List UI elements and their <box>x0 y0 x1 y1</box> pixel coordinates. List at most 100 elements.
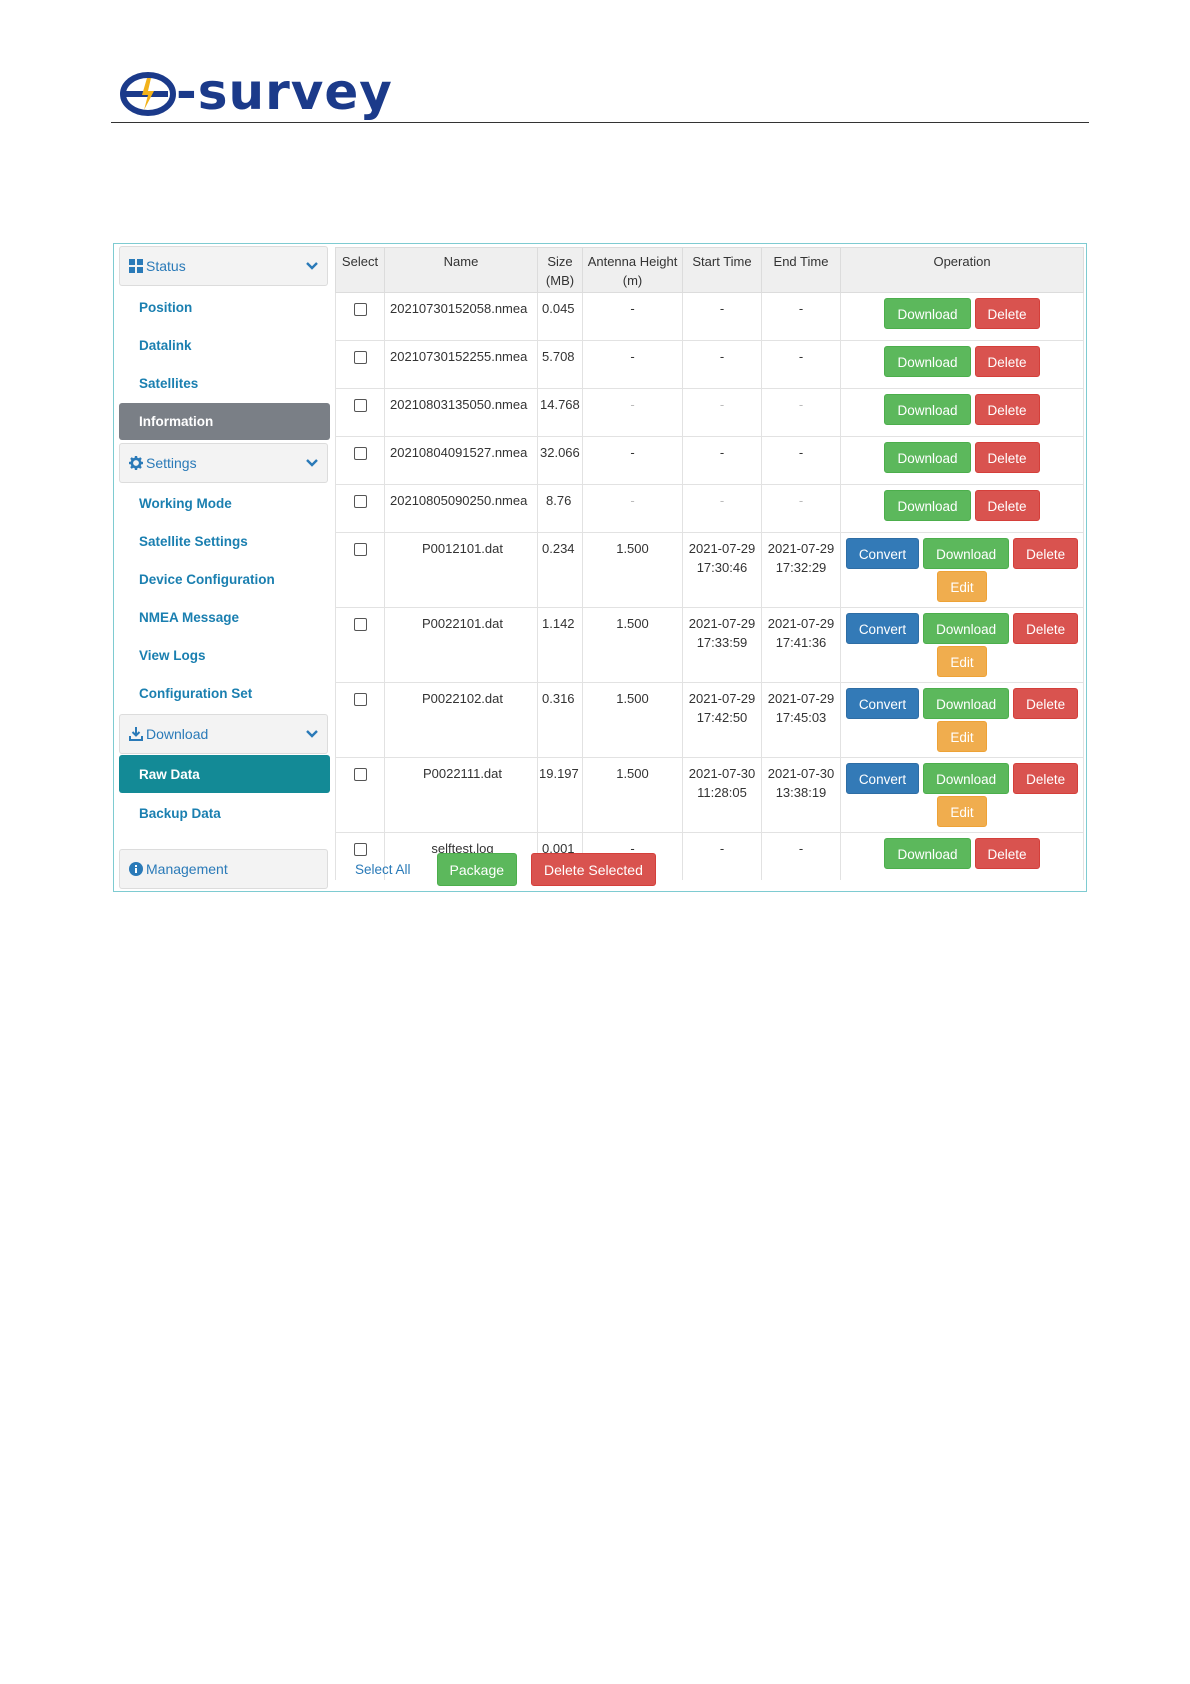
download-button[interactable]: Download <box>884 394 971 425</box>
brand-logo: -survey <box>120 64 393 124</box>
start-time: - <box>682 436 762 485</box>
convert-button[interactable]: Convert <box>845 538 920 569</box>
sidebar-group-download[interactable]: Download <box>119 714 328 754</box>
file-size: 32.066 <box>537 436 583 485</box>
table-row: P0012101.dat 0.234 1.500 2021-07-29 17:30… <box>335 532 1084 608</box>
row-select-checkbox[interactable] <box>353 399 367 412</box>
file-size: 1.142 <box>537 607 583 683</box>
delete-button[interactable]: Delete <box>974 442 1040 473</box>
row-select-checkbox[interactable] <box>353 618 367 631</box>
file-size: 19.197 <box>537 757 583 833</box>
sidebar-item-backup-data[interactable]: Backup Data <box>119 795 330 831</box>
convert-button[interactable]: Convert <box>845 763 920 794</box>
start-time: 2021-07-29 17:42:50 <box>682 682 762 758</box>
end-time: - <box>761 340 841 389</box>
end-time: 2021-07-29 17:32:29 <box>761 532 841 608</box>
sidebar-item-view-logs[interactable]: View Logs <box>119 637 330 673</box>
convert-button[interactable]: Convert <box>845 613 920 644</box>
raw-data-table: Select Name Size (MB) Antenna Height (m) S… <box>335 247 1084 880</box>
delete-button[interactable]: Delete <box>1013 613 1079 644</box>
sidebar-group-management[interactable]: Management <box>119 849 328 889</box>
antenna-height: - <box>582 388 683 437</box>
row-select-checkbox[interactable] <box>353 543 367 556</box>
row-select-checkbox[interactable] <box>353 495 367 508</box>
info-circle-icon <box>129 862 143 876</box>
file-name: P0022101.dat <box>384 607 538 683</box>
download-button[interactable]: Download <box>923 538 1010 569</box>
sidebar-item-datalink[interactable]: Datalink <box>119 327 330 363</box>
delete-button[interactable]: Delete <box>1013 688 1079 719</box>
delete-button[interactable]: Delete <box>974 298 1040 329</box>
sidebar-item-configuration-set[interactable]: Configuration Set <box>119 675 330 711</box>
sidebar-item-device-configuration[interactable]: Device Configuration <box>119 561 330 597</box>
brand-name: -survey <box>176 63 393 121</box>
operation-cell: Download Delete <box>840 484 1084 533</box>
delete-button[interactable]: Delete <box>974 490 1040 521</box>
download-button[interactable]: Download <box>923 688 1010 719</box>
edit-button[interactable]: Edit <box>937 796 987 827</box>
sidebar-item-nmea-message[interactable]: NMEA Message <box>119 599 330 635</box>
download-button[interactable]: Download <box>884 442 971 473</box>
start-time: - <box>682 484 762 533</box>
download-button[interactable]: Download <box>884 298 971 329</box>
file-name: 20210805090250.nmea <box>384 484 538 533</box>
table-row: P0022101.dat 1.142 1.500 2021-07-29 17:33… <box>335 607 1084 683</box>
select-all-link[interactable]: Select All <box>355 862 411 877</box>
sidebar-item-satellite-settings[interactable]: Satellite Settings <box>119 523 330 559</box>
table-row: 20210730152255.nmea 5.708 - - - Download… <box>335 340 1084 389</box>
raw-data-table-container: Select Name Size (MB) Antenna Height (m) S… <box>335 247 1084 880</box>
row-select-checkbox[interactable] <box>353 447 367 460</box>
download-button[interactable]: Download <box>884 346 971 377</box>
operation-cell: Convert Download Delete Edit <box>840 757 1084 833</box>
download-button[interactable]: Download <box>884 490 971 521</box>
file-name: 20210730152255.nmea <box>384 340 538 389</box>
end-time: - <box>761 292 841 341</box>
table-row: 20210804091527.nmea 32.066 - - - Downloa… <box>335 436 1084 485</box>
header-divider <box>111 122 1089 123</box>
row-select-checkbox[interactable] <box>353 351 367 364</box>
file-name: 20210803135050.nmea <box>384 388 538 437</box>
convert-button[interactable]: Convert <box>845 688 920 719</box>
chevron-down-icon <box>306 459 318 467</box>
start-time: - <box>682 388 762 437</box>
row-select-checkbox[interactable] <box>353 693 367 706</box>
end-time: - <box>761 388 841 437</box>
delete-button[interactable]: Delete <box>1013 538 1079 569</box>
download-button[interactable]: Download <box>923 613 1010 644</box>
sidebar-item-satellites[interactable]: Satellites <box>119 365 330 401</box>
delete-selected-button[interactable]: Delete Selected <box>531 852 656 886</box>
operation-cell: Download Delete <box>840 388 1084 437</box>
sidebar-item-working-mode[interactable]: Working Mode <box>119 485 330 521</box>
delete-button[interactable]: Delete <box>1013 763 1079 794</box>
file-size: 5.708 <box>537 340 583 389</box>
sidebar-group-label: Status <box>146 258 186 274</box>
sidebar-item-raw-data[interactable]: Raw Data <box>119 755 330 793</box>
file-name: P0022111.dat <box>384 757 538 833</box>
delete-button[interactable]: Delete <box>974 394 1040 425</box>
antenna-height: - <box>582 436 683 485</box>
row-select-checkbox[interactable] <box>353 768 367 781</box>
sidebar-group-status[interactable]: Status <box>119 246 328 286</box>
edit-button[interactable]: Edit <box>937 721 987 752</box>
antenna-height: - <box>582 340 683 389</box>
column-header-select: Select <box>335 247 385 293</box>
sidebar-item-position[interactable]: Position <box>119 289 330 325</box>
file-size: 0.316 <box>537 682 583 758</box>
file-name: 20210804091527.nmea <box>384 436 538 485</box>
download-icon <box>129 727 143 741</box>
dashboard-icon <box>129 259 143 273</box>
edit-button[interactable]: Edit <box>937 571 987 602</box>
operation-cell: Convert Download Delete Edit <box>840 607 1084 683</box>
operation-cell: Download Delete <box>840 436 1084 485</box>
file-name: 20210730152058.nmea <box>384 292 538 341</box>
edit-button[interactable]: Edit <box>937 646 987 677</box>
sidebar-group-settings[interactable]: Settings <box>119 443 328 483</box>
antenna-height: 1.500 <box>582 532 683 608</box>
row-select-checkbox[interactable] <box>353 303 367 316</box>
file-name: P0012101.dat <box>384 532 538 608</box>
download-button[interactable]: Download <box>923 763 1010 794</box>
sidebar-item-information[interactable]: Information <box>119 403 330 440</box>
delete-button[interactable]: Delete <box>974 346 1040 377</box>
end-time: 2021-07-29 17:41:36 <box>761 607 841 683</box>
package-button[interactable]: Package <box>436 852 518 886</box>
